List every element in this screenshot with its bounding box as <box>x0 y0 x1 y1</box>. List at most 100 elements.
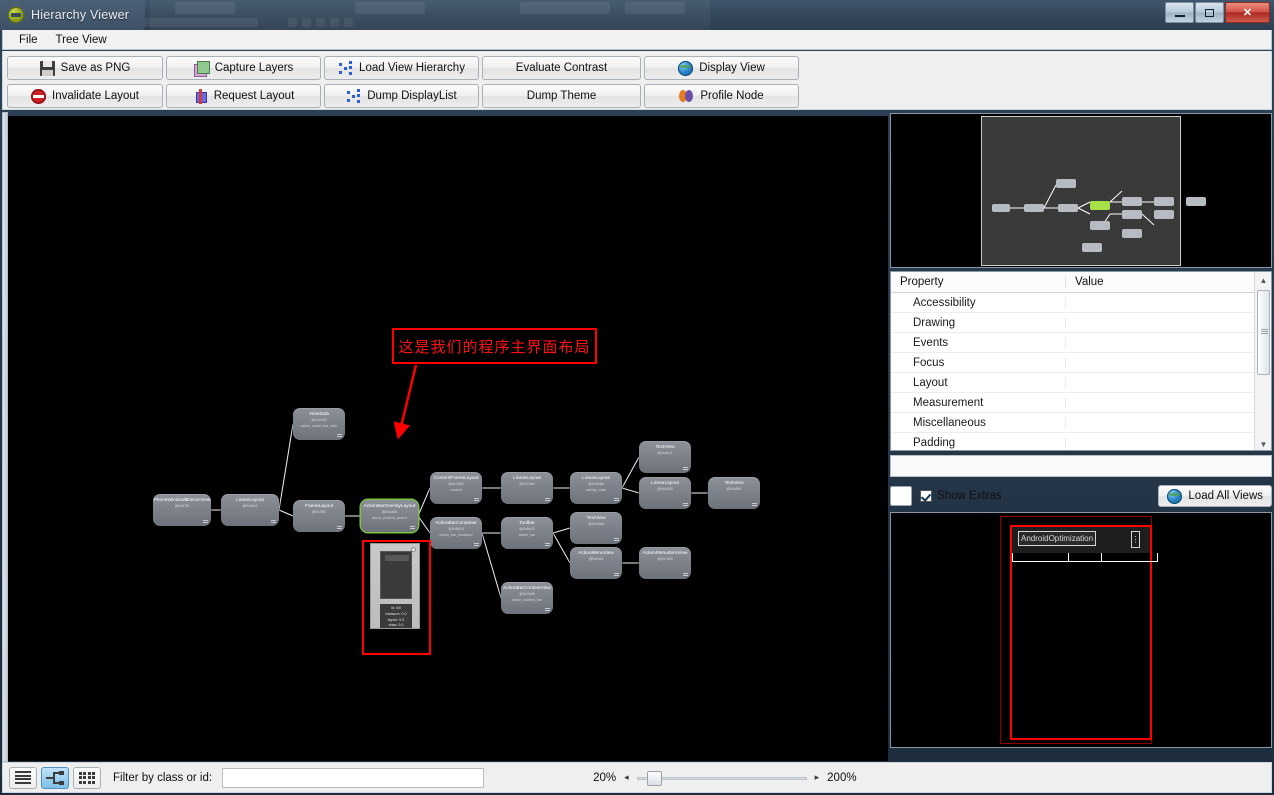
view-mode-grid-button[interactable] <box>73 766 101 789</box>
view-mode-list-button[interactable] <box>9 766 37 789</box>
minimap-node <box>1154 210 1174 219</box>
minimap-node <box>1186 197 1206 206</box>
tree-node[interactable]: TextView @0x44b8 <box>570 512 622 544</box>
dump-displaylist-button[interactable]: Dump DisplayList <box>324 84 479 108</box>
tree-node[interactable]: ViewStub @0xcd30 action_mode_bar_stub <box>293 408 345 440</box>
scroll-up-icon[interactable]: ▲ <box>1255 272 1271 288</box>
minimap-viewport[interactable] <box>981 116 1206 266</box>
property-row[interactable]: Miscellaneous <box>891 413 1271 433</box>
tree-node[interactable]: PhoneWindow$DecorView @0x57f0 <box>153 494 211 526</box>
save-as-png-label: Save as PNG <box>60 62 131 74</box>
grid-icon <box>78 771 96 784</box>
view-mode-tree-button[interactable] <box>41 766 69 789</box>
property-table-header: Property Value <box>891 272 1271 293</box>
property-row[interactable]: Accessibility <box>891 293 1271 313</box>
tree-canvas[interactable]: PhoneWindow$DecorView @0x57f0 LinearLayout… <box>8 116 888 761</box>
property-name: Padding <box>891 436 1066 449</box>
right-panel: Property Value Accessibility Drawing Event… <box>890 113 1272 748</box>
filter-input[interactable] <box>222 767 485 788</box>
request-layout-label: Request Layout <box>213 90 295 102</box>
zoom-slider-thumb[interactable] <box>646 770 662 786</box>
property-name: Drawing <box>891 316 1066 329</box>
tree-node[interactable]: LinearLayout @0x3e6a activity_main <box>570 472 622 504</box>
scroll-thumb[interactable] <box>1257 290 1270 375</box>
titlebar-ghost-a <box>175 2 235 14</box>
tree-node[interactable]: ActionBarContextView @0x2b55 action_contex… <box>501 582 553 614</box>
capture-layers-button[interactable]: Capture Layers <box>166 56 321 80</box>
floppy-disk-icon <box>39 60 55 76</box>
tree-node-address: @0x44b8 <box>588 522 604 527</box>
tree-node[interactable]: LinearLayout @0x9a11 <box>221 494 279 526</box>
tree-node[interactable]: ContentFrameLayout @0x15c2 content <box>430 472 482 504</box>
tree-icon <box>46 770 64 785</box>
tree-node[interactable]: ActionMenuView @0x91fa <box>570 547 622 579</box>
tree-edge <box>417 487 431 517</box>
minimize-button[interactable] <box>1165 2 1194 23</box>
minimap-node-selected <box>1090 201 1110 210</box>
tree-node-class: ActionMenuView <box>578 551 614 556</box>
dump-theme-button[interactable]: Dump Theme <box>482 84 641 108</box>
property-detail-field[interactable] <box>890 455 1272 477</box>
tree-node-class: TextView <box>586 516 606 521</box>
display-view-button[interactable]: Display View <box>644 56 799 80</box>
tree-node[interactable]: TextView @0xc891 <box>708 477 760 509</box>
minimap-node <box>1090 221 1110 230</box>
value-column-header: Value <box>1075 276 1104 288</box>
window-controls: ✕ <box>1165 2 1270 23</box>
tree-node-class: LinearLayout <box>582 476 610 481</box>
property-row[interactable]: Layout <box>891 373 1271 393</box>
minimap-node <box>1058 204 1078 212</box>
evaluate-contrast-button[interactable]: Evaluate Contrast <box>482 56 641 80</box>
minimap-panel[interactable] <box>890 113 1272 268</box>
tree-node[interactable]: ActionBarOverlayLayout @0x4a0b decor_conte… <box>361 500 418 532</box>
tree-edges <box>211 423 708 599</box>
invalidate-layout-button[interactable]: Invalidate Layout <box>7 84 163 108</box>
tree-node[interactable]: FrameLayout @0x2f81 <box>293 500 345 532</box>
annotation-arrow <box>393 364 418 440</box>
menu-item-tree-view[interactable]: Tree View <box>48 32 115 48</box>
tree-node-class: LinearLayout <box>236 498 264 503</box>
load-all-views-button[interactable]: Load All Views <box>1158 485 1272 507</box>
invalidate-layout-label: Invalidate Layout <box>52 90 139 102</box>
load-view-hierarchy-button[interactable]: Load View Hierarchy <box>324 56 479 80</box>
background-color-swatch[interactable] <box>890 486 912 506</box>
maximize-button[interactable] <box>1195 2 1224 23</box>
property-row[interactable]: Measurement <box>891 393 1271 413</box>
main-toolbar: Save as PNG Capture Layers Load View Hie… <box>2 51 1272 110</box>
menu-item-file[interactable]: File <box>11 32 46 48</box>
window-title: Hierarchy Viewer <box>31 8 130 22</box>
zoom-increase-icon[interactable]: ▸ <box>811 772 824 783</box>
property-row[interactable]: Events <box>891 333 1271 353</box>
property-table[interactable]: Property Value Accessibility Drawing Event… <box>890 271 1272 451</box>
zoom-decrease-icon[interactable]: ◂ <box>620 772 633 783</box>
profile-node-button[interactable]: Profile Node <box>644 84 799 108</box>
close-button[interactable]: ✕ <box>1225 2 1270 23</box>
show-extras-checkbox[interactable]: Show Extras <box>920 490 1002 502</box>
request-layout-button[interactable]: Request Layout <box>166 84 321 108</box>
hierarchy-viewer-icon <box>8 7 24 23</box>
tree-edge <box>621 456 640 489</box>
tree-node[interactable]: TextView @0xa1c7 <box>639 441 691 473</box>
extras-bar: Show Extras Load All Views <box>890 483 1272 509</box>
layout-preview-panel[interactable]: AndroidOptimization ⋮ <box>890 512 1272 748</box>
save-as-png-button[interactable]: Save as PNG <box>7 56 163 80</box>
tree-edge <box>278 509 294 517</box>
filter-label: Filter by class or id: <box>113 771 213 784</box>
property-scrollbar[interactable]: ▲ ▼ <box>1254 272 1271 450</box>
tree-node[interactable]: LinearLayout @0x7bd4 <box>501 472 553 504</box>
layout-preview-app-title: AndroidOptimization <box>1018 531 1097 546</box>
tree-node-class: ContentFrameLayout <box>433 476 479 481</box>
tree-node[interactable]: ActionMenuItemView @0x7c03 <box>639 547 691 579</box>
tree-node[interactable]: ActionBarContainer @0x6d19 action_bar_cont… <box>430 517 482 549</box>
tree-node-address: @0xa1c7 <box>657 451 673 456</box>
property-row[interactable]: Drawing <box>891 313 1271 333</box>
property-row[interactable]: Padding <box>891 433 1271 450</box>
zoom-slider[interactable] <box>636 768 807 788</box>
tree-node[interactable]: LinearLayout @0xb230 <box>639 477 691 509</box>
tree-node[interactable]: Toolbar @0x8e20 action_bar <box>501 517 553 549</box>
scroll-down-icon[interactable]: ▼ <box>1255 436 1271 450</box>
property-row[interactable]: Focus <box>891 353 1271 373</box>
titlebar-ghost-h <box>316 18 325 27</box>
dump-theme-label: Dump Theme <box>526 90 597 102</box>
globe-icon <box>1167 488 1183 504</box>
